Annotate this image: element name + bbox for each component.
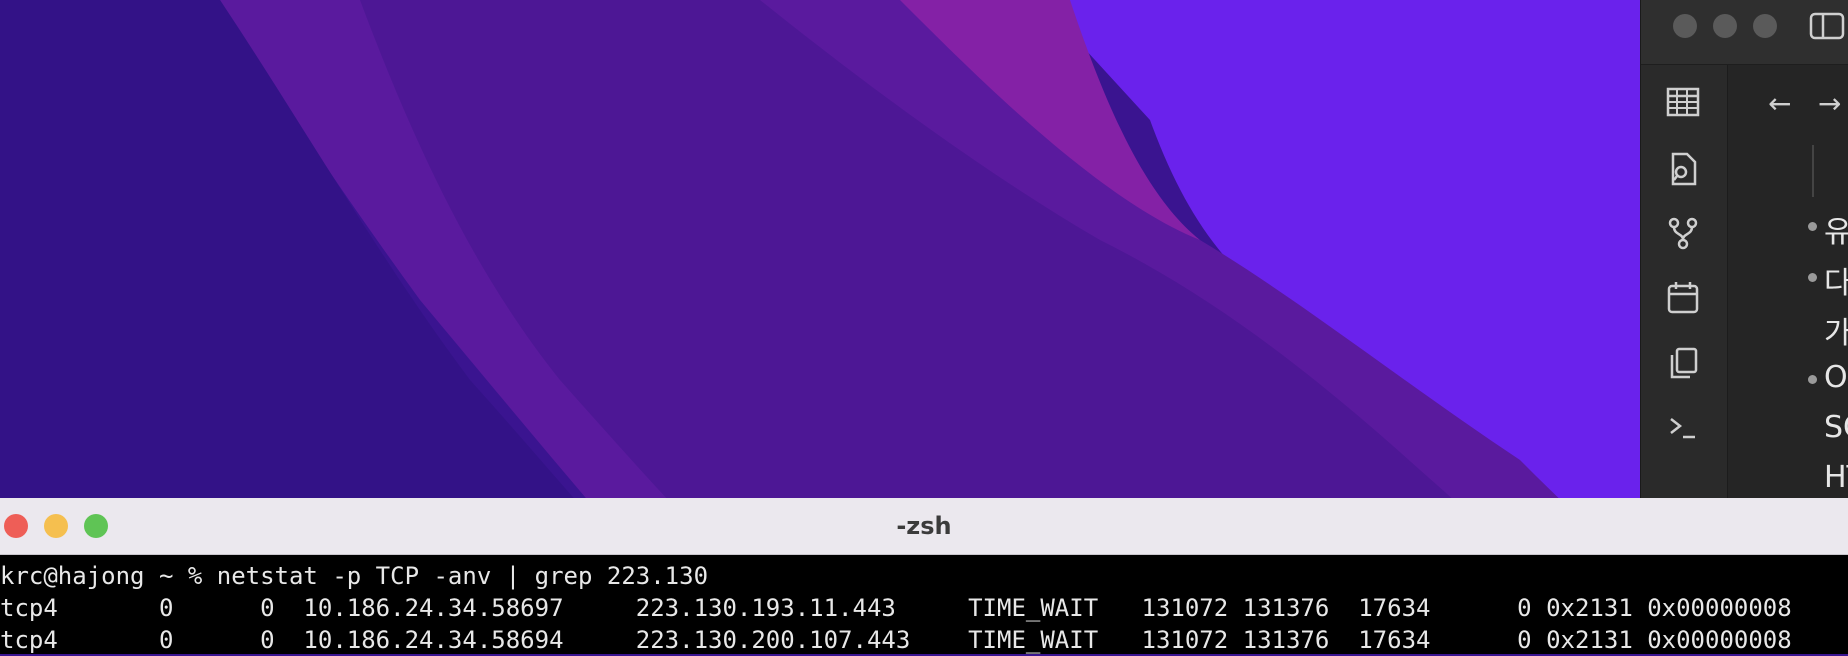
terminal-line: tcp4 0 0 10.186.24.34.58694 223.130.200.… [0, 626, 1792, 654]
terminal-line: krc@hajong ~ % netstat -p TCP -anv | gre… [0, 562, 709, 590]
terminal-title: -zsh [896, 512, 952, 540]
copy-icon[interactable] [1665, 345, 1701, 381]
calendar-icon[interactable] [1665, 280, 1701, 316]
notes-app-titlebar [1641, 0, 1848, 65]
file-search-icon[interactable] [1665, 151, 1701, 187]
notes-content-pane: ← → 유 다 가 O SC HT [1728, 65, 1848, 500]
table-icon[interactable] [1665, 85, 1701, 121]
note-line: 가 [1824, 316, 1848, 351]
back-arrow-icon[interactable]: ← [1768, 87, 1791, 120]
note-line: O [1824, 360, 1848, 395]
app-icon-rail [1641, 65, 1728, 500]
window-zoom-button[interactable] [1753, 14, 1777, 38]
note-line: HT [1824, 460, 1848, 495]
terminal-titlebar[interactable]: -zsh [0, 498, 1848, 555]
note-line: SC [1824, 410, 1848, 445]
notes-app-window: ← → 유 다 가 O SC HT [1640, 0, 1848, 500]
sidebar-toggle-icon[interactable] [1809, 12, 1845, 40]
bullet-icon [1808, 375, 1817, 384]
divider [1812, 145, 1814, 197]
terminal-line: tcp4 0 0 10.186.24.34.58697 223.130.193.… [0, 594, 1792, 622]
bullet-icon [1808, 222, 1817, 231]
bullet-icon [1808, 273, 1817, 282]
note-line: 유 [1824, 215, 1848, 250]
git-branch-icon[interactable] [1665, 215, 1701, 251]
terminal-window[interactable]: -zsh krc@hajong ~ % netstat -p TCP -anv … [0, 498, 1848, 654]
terminal-prompt-icon[interactable] [1665, 409, 1701, 445]
forward-arrow-icon[interactable]: → [1818, 87, 1841, 120]
terminal-output[interactable]: krc@hajong ~ % netstat -p TCP -anv | gre… [0, 556, 1848, 654]
window-close-button[interactable] [1673, 14, 1697, 38]
note-line: 다 [1824, 266, 1848, 301]
window-minimize-button[interactable] [1713, 14, 1737, 38]
